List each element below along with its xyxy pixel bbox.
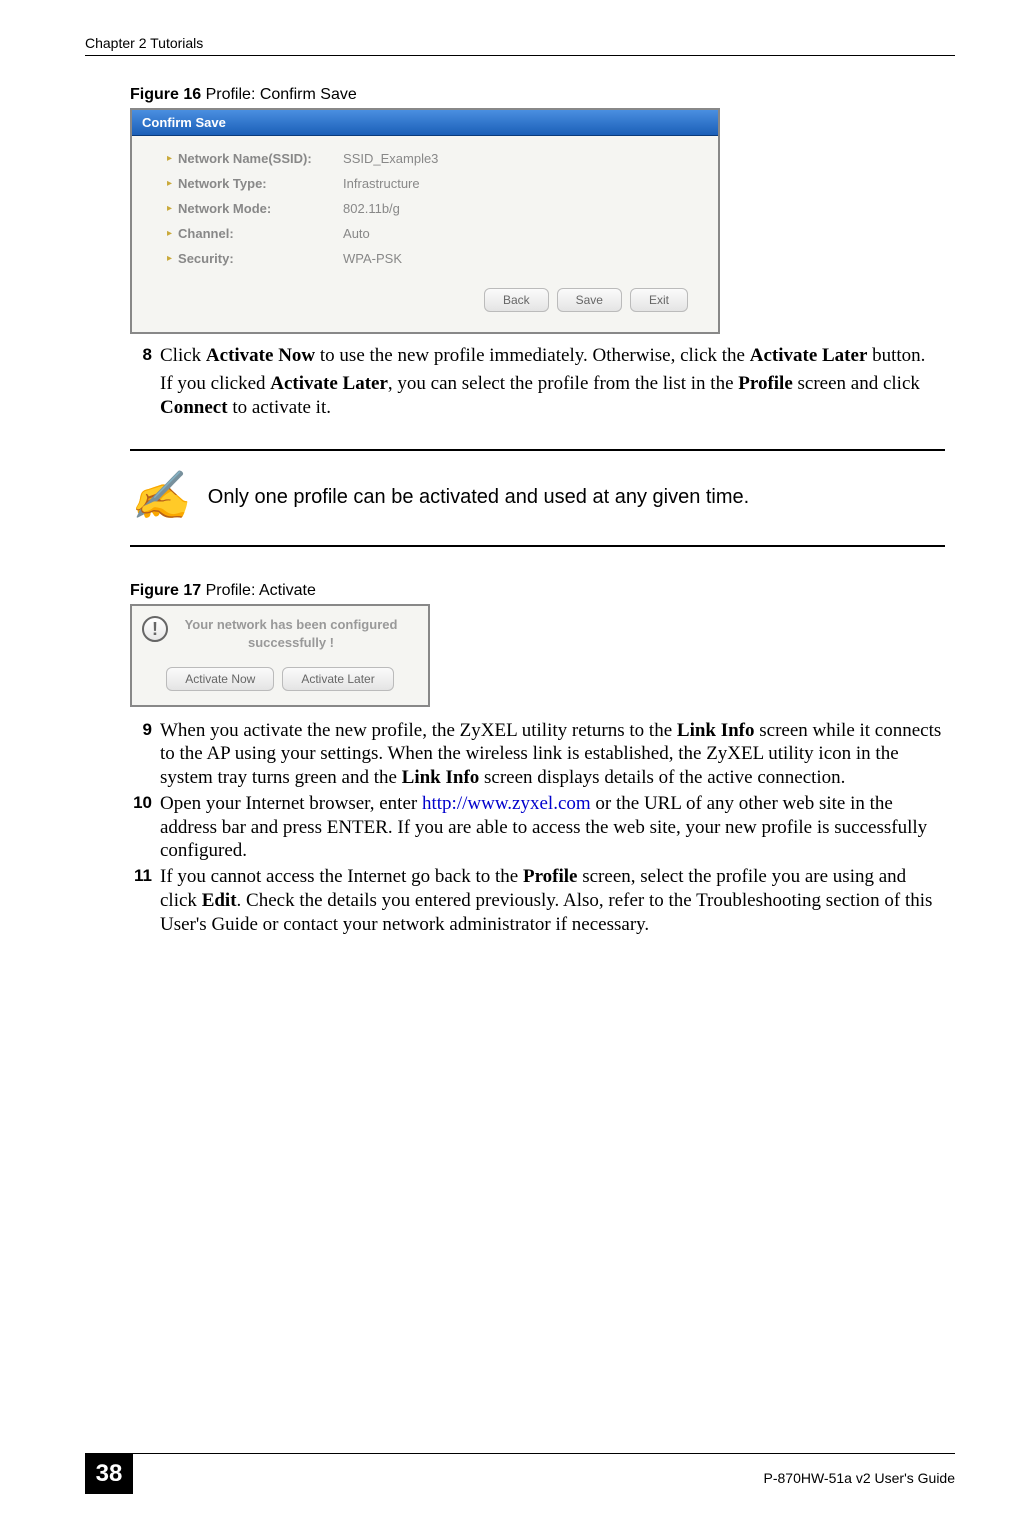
figure16-label: Figure 16	[130, 86, 201, 103]
label-security: Security:	[178, 251, 343, 266]
step-9-text: When you activate the new profile, the Z…	[160, 719, 945, 790]
exit-button[interactable]: Exit	[630, 288, 688, 312]
chevron-icon: ▸	[167, 253, 172, 264]
page-number: 38	[85, 1454, 133, 1494]
page-header: Chapter 2 Tutorials	[85, 35, 955, 56]
chevron-icon: ▸	[167, 178, 172, 189]
save-button[interactable]: Save	[557, 288, 622, 312]
activate-now-button[interactable]: Activate Now	[166, 667, 274, 691]
value-network-type: Infrastructure	[343, 176, 420, 191]
chevron-icon: ▸	[167, 228, 172, 239]
step-10: 10 Open your Internet browser, enter htt…	[130, 792, 945, 863]
label-network-type: Network Type:	[178, 176, 343, 191]
step-9: 9 When you activate the new profile, the…	[130, 719, 945, 790]
value-ssid: SSID_Example3	[343, 151, 438, 166]
chapter-label: Chapter 2 Tutorials	[85, 35, 203, 51]
step-11: 11 If you cannot access the Internet go …	[130, 865, 945, 936]
dialog-titlebar: Confirm Save	[132, 110, 718, 136]
row-network-type: ▸ Network Type: Infrastructure	[167, 176, 698, 191]
figure17-caption: Figure 17 Profile: Activate	[130, 582, 945, 600]
figure17-title: Profile: Activate	[201, 582, 316, 599]
note-block: ✍ Only one profile can be activated and …	[130, 449, 945, 547]
row-channel: ▸ Channel: Auto	[167, 226, 698, 241]
chevron-icon: ▸	[167, 153, 172, 164]
note-icon: ✍	[130, 473, 190, 521]
step-8-block: 8 Click Activate Now to use the new prof…	[130, 344, 945, 419]
note-text: Only one profile can be activated and us…	[208, 486, 749, 509]
zyxel-link: http://www.zyxel.com	[422, 793, 591, 814]
confirm-save-dialog: Confirm Save ▸ Network Name(SSID): SSID_…	[130, 108, 720, 334]
page-content: Figure 16 Profile: Confirm Save Confirm …	[85, 86, 955, 936]
activate-dialog: ! Your network has been configured succe…	[130, 604, 430, 706]
figure16-caption: Figure 16 Profile: Confirm Save	[130, 86, 945, 104]
label-ssid: Network Name(SSID):	[178, 151, 343, 166]
step-11-text: If you cannot access the Internet go bac…	[160, 865, 945, 936]
step-11-number: 11	[130, 865, 160, 936]
row-ssid: ▸ Network Name(SSID): SSID_Example3	[167, 151, 698, 166]
figure16-title: Profile: Confirm Save	[201, 86, 357, 103]
row-network-mode: ▸ Network Mode: 802.11b/g	[167, 201, 698, 216]
row-security: ▸ Security: WPA-PSK	[167, 251, 698, 266]
activate-message: Your network has been configured success…	[178, 616, 418, 652]
activate-button-row: Activate Now Activate Later	[142, 667, 418, 691]
label-network-mode: Network Mode:	[178, 201, 343, 216]
activate-dialog-top: ! Your network has been configured succe…	[142, 616, 418, 652]
step-9-number: 9	[130, 719, 160, 790]
exclamation-icon: !	[142, 616, 168, 642]
page-footer: 38 P-870HW-51a v2 User's Guide	[85, 1453, 955, 1494]
step-8-text: Click Activate Now to use the new profil…	[160, 344, 945, 368]
chevron-icon: ▸	[167, 203, 172, 214]
step-8-number: 8	[130, 344, 160, 368]
label-channel: Channel:	[178, 226, 343, 241]
step-8: 8 Click Activate Now to use the new prof…	[130, 344, 945, 368]
step-10-number: 10	[130, 792, 160, 863]
dialog-button-row: Back Save Exit	[167, 276, 698, 322]
value-security: WPA-PSK	[343, 251, 402, 266]
steps-9-11: 9 When you activate the new profile, the…	[130, 719, 945, 937]
guide-name: P-870HW-51a v2 User's Guide	[764, 1470, 956, 1486]
activate-later-button[interactable]: Activate Later	[282, 667, 393, 691]
step-10-text: Open your Internet browser, enter http:/…	[160, 792, 945, 863]
back-button[interactable]: Back	[484, 288, 549, 312]
value-network-mode: 802.11b/g	[343, 201, 400, 216]
value-channel: Auto	[343, 226, 370, 241]
figure17-label: Figure 17	[130, 582, 201, 599]
dialog-body: ▸ Network Name(SSID): SSID_Example3 ▸ Ne…	[132, 136, 718, 332]
step-8-sub: If you clicked Activate Later, you can s…	[160, 372, 945, 420]
